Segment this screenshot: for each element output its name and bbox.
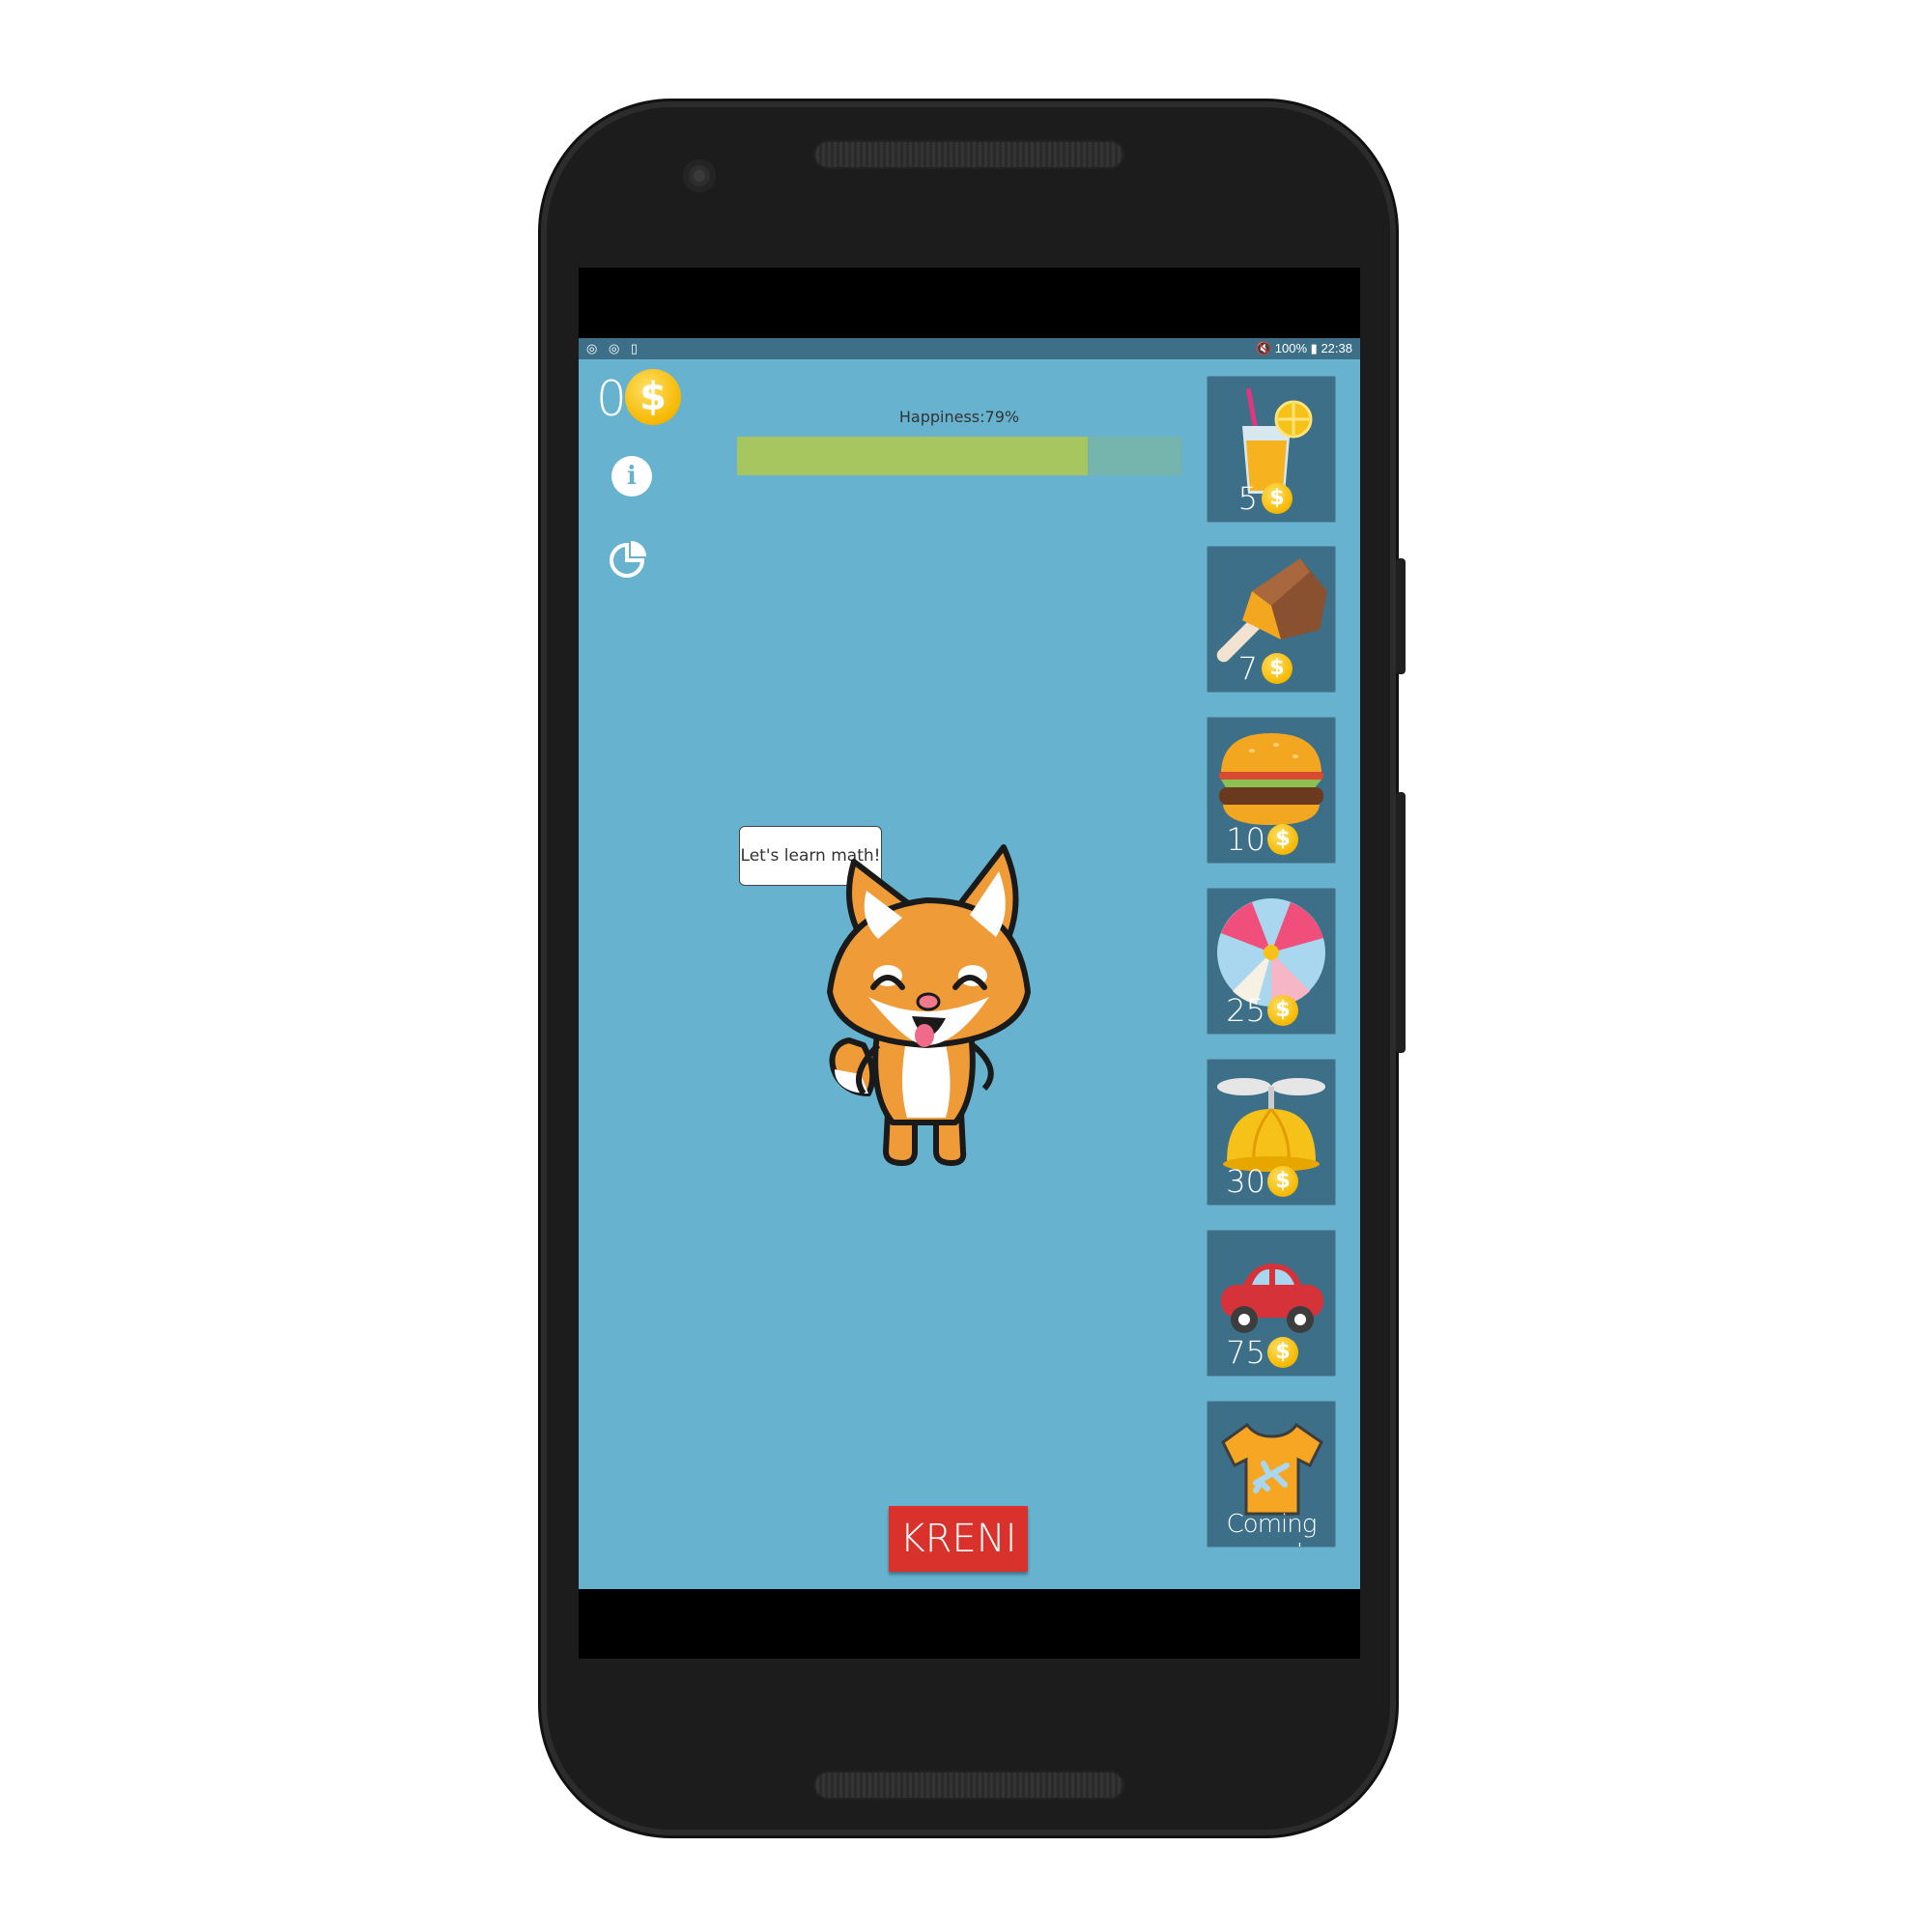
shop-item-ice-cream[interactable]: 7 $ [1207, 546, 1336, 693]
price-tag: 10 $ [1208, 820, 1335, 859]
coin-icon: $ [1267, 1166, 1298, 1197]
front-camera-icon [683, 159, 716, 192]
shop-item-toy-car[interactable]: 75 $ [1207, 1230, 1336, 1377]
info-icon: i [627, 462, 637, 491]
battery-icon: ▮ [1310, 341, 1318, 355]
clock: 22:38 [1321, 341, 1352, 355]
status-bar: ◎ ◎ ▯ 🔇 100% ▮ 22:38 [579, 338, 1360, 359]
shop-item-tshirt[interactable]: Coming soon! [1207, 1401, 1336, 1548]
price-value: 5 [1237, 480, 1258, 517]
power-button [1396, 558, 1406, 674]
happiness-bar-fill [737, 437, 1089, 475]
coin-icon: $ [1267, 824, 1298, 855]
info-button[interactable]: i [611, 456, 652, 497]
status-icons: ◎ ◎ ▯ [586, 341, 642, 355]
price-tag: 5 $ [1208, 479, 1335, 518]
tshirt-icon [1221, 1422, 1323, 1516]
price-value: 10 [1226, 821, 1265, 858]
shop-item-burger[interactable]: 10 $ [1207, 717, 1336, 864]
shop-item-beach-ball[interactable]: 25 $ [1207, 888, 1336, 1035]
screen: ◎ ◎ ▯ 🔇 100% ▮ 22:38 0 $ i Happiness:79%… [579, 268, 1360, 1659]
coin-icon: $ [1262, 653, 1293, 684]
fox-pet[interactable] [810, 804, 1071, 1190]
game-area[interactable]: 0 $ i Happiness:79% Let's learn math! KR… [579, 359, 1360, 1589]
price-value: 7 [1237, 650, 1258, 687]
stats-pie-icon[interactable] [606, 535, 652, 582]
mute-icon: 🔇 [1255, 341, 1272, 355]
price-tag: 30 $ [1208, 1162, 1335, 1201]
happiness-bar [737, 437, 1181, 475]
coin-icon: $ [1262, 483, 1293, 514]
price-value: 75 [1226, 1334, 1265, 1371]
coin-icon: $ [625, 369, 681, 425]
price-value: 30 [1226, 1163, 1265, 1200]
price-tag: 25 $ [1208, 991, 1335, 1030]
start-button[interactable]: KRENI [889, 1506, 1028, 1572]
status-right: 🔇 100% ▮ 22:38 [1256, 338, 1352, 359]
happiness-label: Happiness:79% [898, 408, 1020, 426]
coming-soon-label: Coming soon! [1226, 1510, 1318, 1547]
coin-count: 0 [596, 371, 627, 427]
shop-item-lemonade[interactable]: 5 $ [1207, 376, 1336, 523]
battery-level: 100% [1274, 341, 1308, 355]
price-value: 25 [1226, 992, 1265, 1029]
shop-item-propeller-hat[interactable]: 30 $ [1207, 1059, 1336, 1206]
bottom-speaker [813, 1771, 1124, 1800]
top-speaker [813, 140, 1124, 169]
coin-icon: $ [1267, 1337, 1298, 1368]
price-tag: 7 $ [1208, 649, 1335, 688]
price-tag: 75 $ [1208, 1333, 1335, 1372]
coin-icon: $ [1267, 995, 1298, 1026]
volume-button [1396, 792, 1406, 1053]
